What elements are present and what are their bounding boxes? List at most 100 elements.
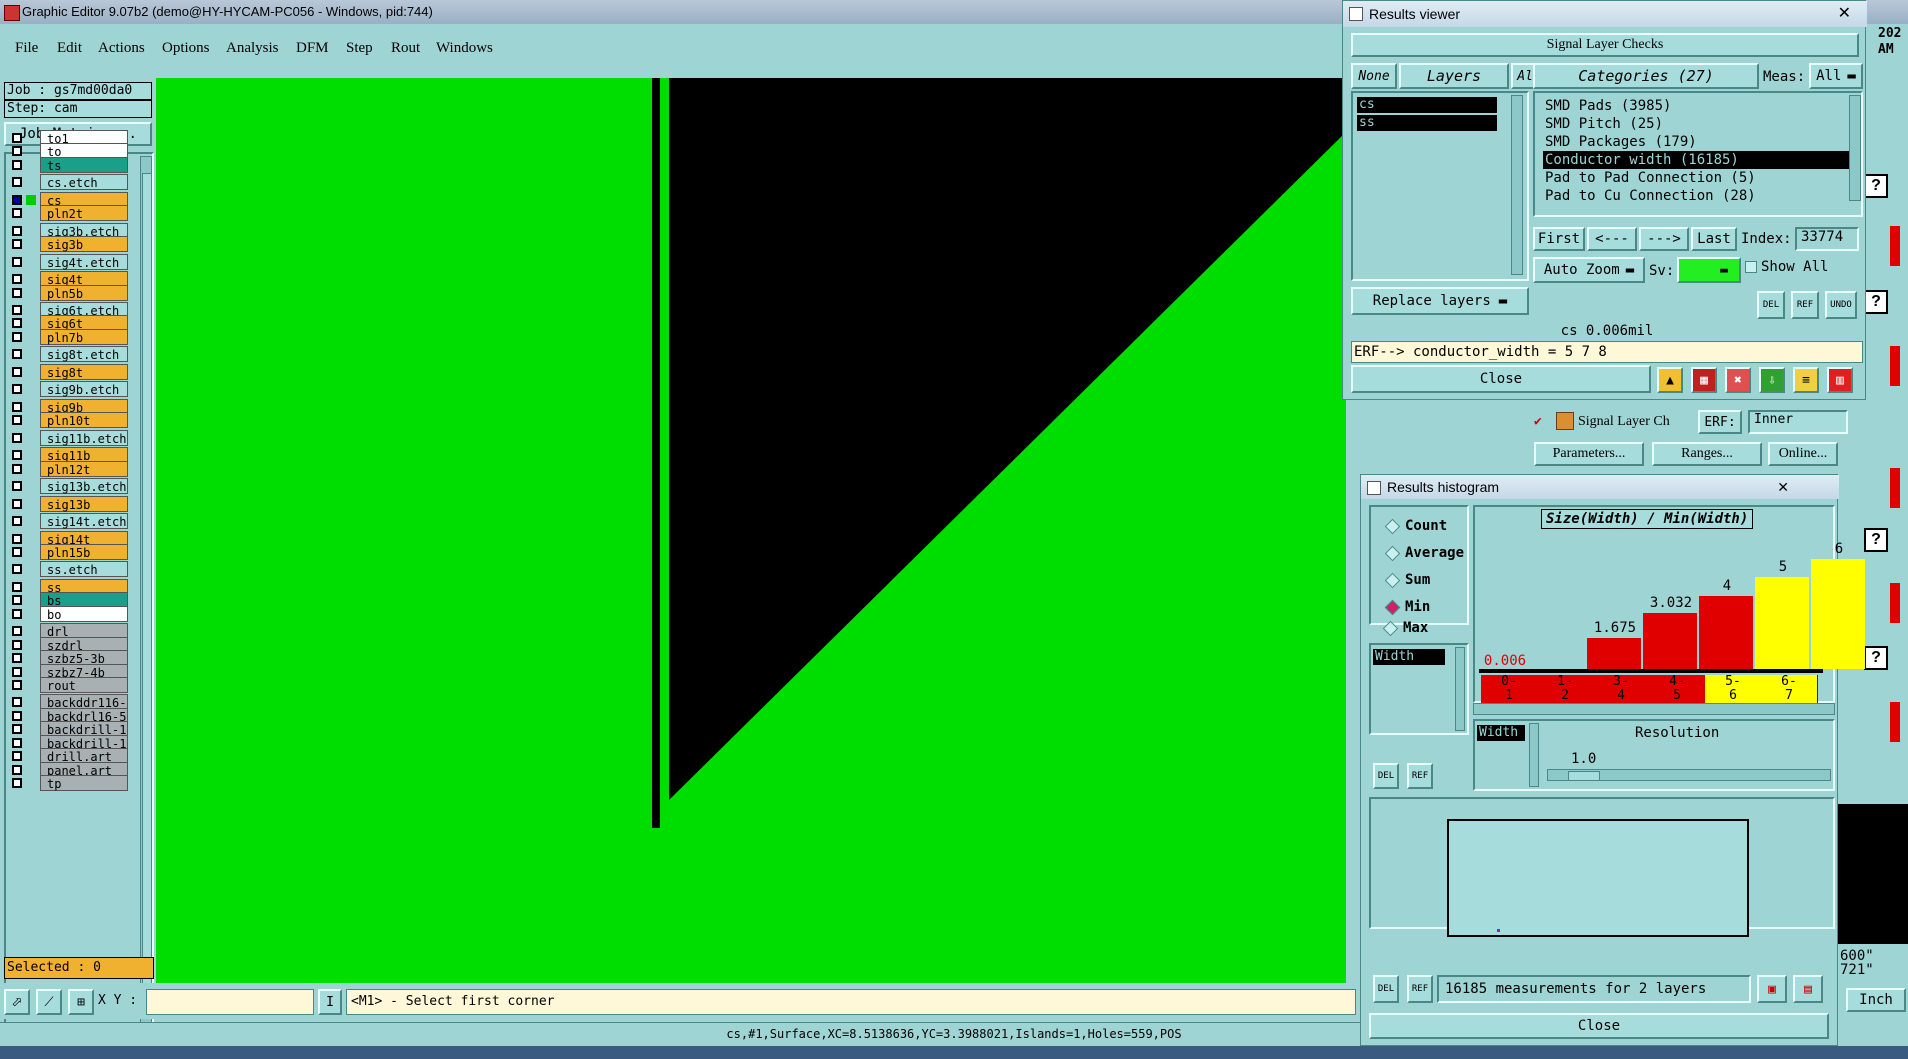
meas-dropdown[interactable]: All ▬	[1809, 63, 1863, 89]
chart-scrollbar[interactable]	[1473, 703, 1835, 715]
hist-ref-button[interactable]: REF	[1407, 763, 1433, 789]
layer-checkbox[interactable]	[12, 331, 22, 342]
layer-checkbox[interactable]	[12, 564, 22, 575]
layer-row[interactable]: bo	[6, 605, 128, 622]
layer-checkbox[interactable]	[12, 146, 22, 157]
layer-row[interactable]: cs.etch	[6, 174, 128, 191]
radio-sum[interactable]: Sum	[1384, 571, 1430, 589]
menu-options[interactable]: Options	[162, 40, 210, 57]
layer-row[interactable]: sig11b.etch	[6, 429, 128, 446]
bin-label[interactable]: 5- 6	[1705, 675, 1762, 705]
grid-tool-icon[interactable]: ⊞	[68, 989, 94, 1015]
layer-name[interactable]: cs.etch	[40, 174, 128, 191]
layer-row[interactable]: sig8t.etch	[6, 346, 128, 363]
layer-checkbox[interactable]	[12, 287, 22, 298]
rv-close-button[interactable]: Close	[1351, 365, 1651, 393]
menu-rout[interactable]: Rout	[391, 40, 420, 57]
layer-checkbox[interactable]	[12, 751, 22, 762]
layer-checkbox[interactable]	[12, 498, 22, 509]
layer-checkbox[interactable]	[12, 432, 22, 443]
layer-checkbox[interactable]	[12, 401, 22, 412]
layer-checkbox[interactable]	[12, 724, 22, 735]
help-button[interactable]: ?	[1864, 646, 1888, 670]
category-item[interactable]: SMD Pads (3985)	[1543, 97, 1855, 115]
highlight-icon[interactable]: ▤	[1793, 975, 1823, 1003]
histogram-bar[interactable]	[1755, 577, 1809, 669]
undo-button[interactable]: UNDO	[1825, 291, 1857, 319]
bin-label[interactable]: 1- 2	[1537, 675, 1594, 705]
layer-row[interactable]: ts	[6, 156, 128, 173]
layer-name[interactable]: pln7b	[40, 328, 128, 345]
layer-checkbox[interactable]	[12, 764, 22, 775]
show-all-checkbox[interactable]	[1745, 261, 1757, 273]
category-item[interactable]: Conductor width (16185)	[1543, 151, 1855, 169]
layer-row[interactable]: sig13b	[6, 495, 128, 512]
category-item[interactable]: Pad to Pad Connection (5)	[1543, 169, 1855, 187]
layer-name[interactable]: sig13b	[40, 495, 128, 512]
layer-checkbox[interactable]	[12, 547, 22, 557]
erf-value-field[interactable]: Inner	[1748, 410, 1848, 434]
layer-checkbox[interactable]	[12, 415, 22, 426]
close-icon[interactable]: ✕	[1777, 475, 1789, 499]
layer-checkbox[interactable]	[12, 133, 22, 143]
close-icon[interactable]: ✕	[1838, 1, 1851, 27]
measure-tool-icon[interactable]: ⟋	[36, 989, 62, 1015]
layers-button[interactable]: Layers	[1399, 63, 1509, 89]
table-icon[interactable]: ▦	[1691, 367, 1717, 393]
zoom-to-icon[interactable]: ▣	[1757, 975, 1787, 1003]
layer-list-scrollbar[interactable]	[140, 156, 152, 1028]
layer-name[interactable]: sig8t	[40, 363, 128, 380]
report-icon[interactable]: ▲	[1657, 367, 1683, 393]
notes-icon[interactable]: ≡	[1793, 367, 1819, 393]
field-list-item[interactable]: Width	[1373, 649, 1445, 665]
layer-checkbox[interactable]	[12, 256, 22, 267]
resolution-slider[interactable]	[1547, 769, 1831, 781]
layer-checkbox[interactable]	[12, 710, 22, 721]
width-scrollbar[interactable]	[1529, 723, 1539, 787]
layer-checkbox[interactable]	[12, 581, 22, 592]
layer-name[interactable]: sig4t.etch	[40, 253, 128, 270]
layer-checkbox[interactable]	[12, 595, 22, 606]
layer-name[interactable]: sig9b.etch	[40, 381, 128, 398]
layer-checkbox[interactable]	[12, 639, 22, 650]
layer-row[interactable]: pln10t	[6, 412, 128, 429]
layer-name[interactable]: ts	[40, 156, 128, 173]
layer-checkbox[interactable]	[12, 533, 22, 544]
layer-name[interactable]: bo	[40, 605, 128, 622]
category-item[interactable]: SMD Packages (179)	[1543, 133, 1855, 151]
hist-ref-button-bottom[interactable]: REF	[1407, 975, 1433, 1003]
layer-checkbox[interactable]	[12, 305, 22, 316]
field-list-scrollbar[interactable]	[1455, 647, 1465, 731]
categories-scrollbar[interactable]	[1849, 95, 1861, 201]
layer-name[interactable]: rout	[40, 676, 128, 693]
xy-input[interactable]	[146, 989, 314, 1015]
radio-max[interactable]: Max	[1382, 619, 1428, 637]
layer-checkbox[interactable]	[12, 159, 22, 170]
menu-windows[interactable]: Windows	[436, 40, 493, 57]
auto-zoom-dropdown[interactable]: Auto Zoom ▬	[1533, 257, 1645, 283]
histogram-bar[interactable]	[1643, 613, 1697, 669]
pointer-tool-icon[interactable]: ⬀	[4, 989, 30, 1015]
radio-min[interactable]: Min	[1384, 598, 1430, 616]
units-button[interactable]: Inch	[1846, 988, 1906, 1012]
radio-count[interactable]: Count	[1384, 517, 1447, 535]
layer-checkbox[interactable]	[12, 274, 22, 285]
layer-checkbox[interactable]	[12, 194, 22, 205]
index-field[interactable]: 33774	[1795, 227, 1859, 251]
del-button[interactable]: DEL	[1757, 291, 1785, 319]
cursor-icon[interactable]: I	[318, 989, 342, 1015]
layer-checkbox[interactable]	[12, 653, 22, 664]
parameters-button[interactable]: Parameters...	[1534, 442, 1644, 466]
erf-button[interactable]: ERF:	[1698, 410, 1742, 434]
menu-step[interactable]: Step	[346, 40, 373, 57]
help-button[interactable]: ?	[1864, 290, 1888, 314]
menu-actions[interactable]: Actions	[98, 40, 145, 57]
layer-row[interactable]: pln7b	[6, 328, 128, 345]
layer-checkbox[interactable]	[12, 737, 22, 748]
layer-checkbox[interactable]	[12, 349, 22, 360]
scroll-thumb[interactable]	[142, 173, 152, 1015]
layer-name[interactable]: pln5b	[40, 284, 128, 301]
layer-name[interactable]: pln10t	[40, 412, 128, 429]
layer-checkbox[interactable]	[12, 481, 22, 492]
rv-layer-item[interactable]: cs	[1357, 97, 1497, 113]
